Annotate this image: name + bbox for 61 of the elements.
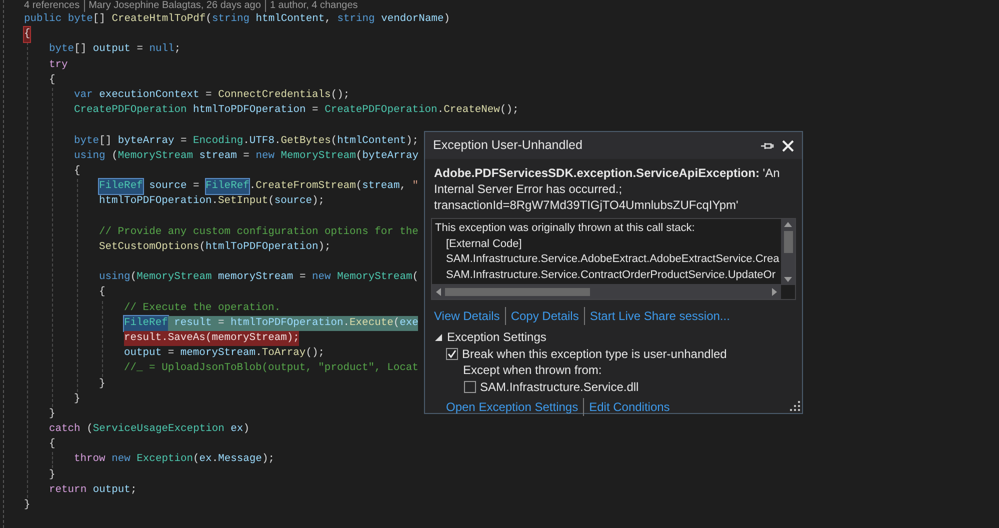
link[interactable]: Copy Details — [504, 307, 579, 325]
code-line: result.SaveAs(memoryStream); — [124, 330, 300, 346]
pin-icon[interactable] — [760, 140, 774, 150]
code-lens-item[interactable]: 1 author, 4 changes — [264, 0, 358, 12]
call-stack-heading: This exception was originally thrown at this call stack: — [435, 221, 696, 236]
checkbox-label: Break when this exception type is user-unhandled — [462, 346, 727, 362]
code-line: // Provide any custom configuration options for the — [99, 224, 418, 240]
code-line: output = memoryStream.ToArray(); — [124, 346, 324, 362]
section-heading[interactable]: Exception Settings — [447, 329, 546, 346]
code-line: } — [99, 376, 106, 392]
except-label: Except when thrown from: — [463, 363, 602, 377]
link[interactable]: View Details — [434, 307, 500, 325]
scrollbar-thumb[interactable] — [445, 288, 590, 296]
code-line: public byte[] CreateHtmlToPdf(string htmlContent, string vendorName) — [24, 12, 450, 27]
link[interactable]: Open Exception Settings — [446, 398, 578, 416]
checkbox[interactable] — [464, 380, 476, 393]
expand-triangle-icon[interactable] — [434, 332, 443, 342]
code-line: htmlToPDFOperation.SetInput(source); — [99, 194, 325, 210]
code-line: try — [49, 58, 68, 73]
code-line: using (MemoryStream stream = new MemoryStream(byteArray — [74, 148, 419, 164]
code-line: } — [49, 468, 56, 483]
code-line: catch (ServiceUsageException ex) — [49, 422, 250, 438]
close-button[interactable] — [782, 140, 794, 152]
code-line: } — [74, 392, 80, 407]
code-line: CreatePDFOperation htmlToPDFOperation = CreatePDFOperation.CreateNew(); — [74, 103, 519, 118]
code-line: throw new Exception(ex.Message); — [74, 452, 274, 468]
code-lens-item[interactable]: Mary Josephine Balagtas, 26 days ago — [84, 0, 261, 12]
code-line: // Execute the operation. — [124, 300, 281, 316]
code-line: { — [74, 164, 80, 179]
scrollbar-thumb[interactable] — [784, 231, 792, 253]
horizontal-scrollbar[interactable] — [432, 284, 781, 299]
code-line: } — [24, 498, 30, 513]
link[interactable]: Start Live Share session... — [584, 307, 730, 325]
exception-message: Adobe.PDFServicesSDK.exception.ServiceApiException: 'An Internal Server Error has occurred.; transactionId=8RgW7Md39TIGjTO4UmnlubsZUFcqIYpm' — [433, 165, 781, 214]
code-line: return output; — [49, 482, 137, 498]
vertical-scrollbar[interactable] — [781, 219, 795, 285]
code-line: { — [49, 437, 56, 452]
call-stack-frame[interactable]: SAM.Infrastructure.Service.ContractOrderProductService.UpdateOr — [435, 268, 777, 283]
code-line: //_ = UploadJsonToBlob(output, "product", Locat — [124, 361, 418, 376]
checkbox[interactable] — [446, 348, 458, 360]
code-line: byte[] byteArray = Encoding.UTF8.GetBytes(htmlContent); — [74, 134, 419, 148]
scroll-left-arrow-icon[interactable] — [436, 288, 441, 296]
scroll-right-arrow-icon[interactable] — [772, 288, 777, 296]
code-line: FileRef source = FileRef.CreateFromStream(stream, " — [99, 179, 419, 194]
code-line: byte[] output = null; — [49, 42, 181, 58]
scroll-down-arrow-icon[interactable] — [784, 277, 792, 282]
code-line: { — [99, 285, 106, 300]
scroll-up-arrow-icon[interactable] — [784, 222, 792, 227]
code-line: } — [49, 406, 56, 422]
resize-grip-icon[interactable] — [790, 401, 800, 411]
call-stack-frame[interactable]: [External Code] — [435, 236, 777, 252]
call-stack-frame[interactable]: SAM.Infrastructure.Service.AdobeExtract.AdobeExtractService.Crea — [435, 252, 777, 268]
code-lens-item[interactable]: 4 references — [24, 0, 80, 12]
link[interactable]: Edit Conditions — [583, 398, 670, 416]
checkbox-label: SAM.Infrastructure.Service.dll — [480, 378, 639, 395]
code-line: SetCustomOptions(htmlToPDFOperation); — [99, 240, 331, 255]
code-line: using(MemoryStream memoryStream = new MemoryStream( — [99, 270, 418, 286]
popup-title: Exception User-Unhandled — [433, 137, 582, 154]
code-line: var executionContext = ConnectCredentials(); — [74, 88, 350, 103]
code-line: { — [49, 72, 56, 88]
code-line: FileRef result = htmlToPDFOperation.Execute(exe — [124, 316, 418, 331]
